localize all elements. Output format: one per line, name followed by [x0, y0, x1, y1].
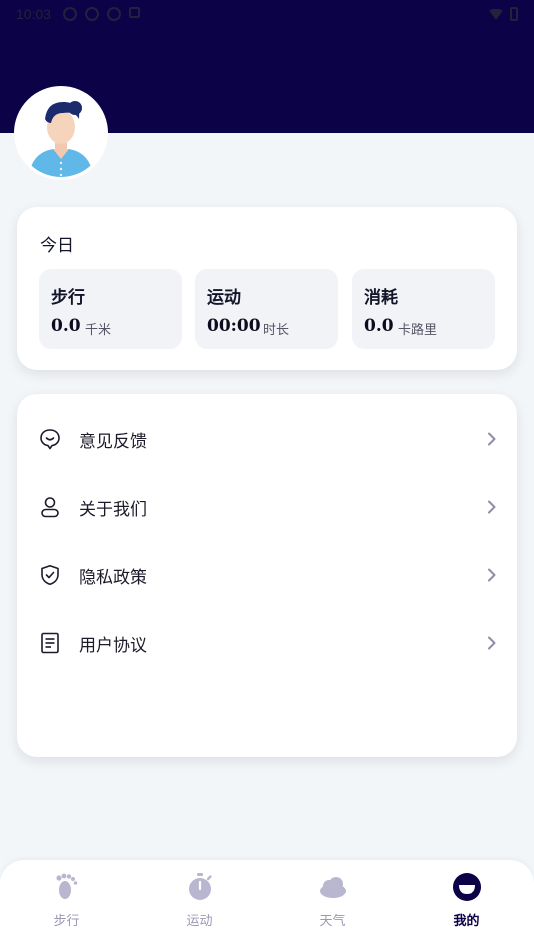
stat-value: 0.0	[364, 316, 394, 336]
tab-label: 天气	[319, 914, 346, 929]
menu-item-label: 用户协议	[79, 635, 147, 656]
stat-unit: 卡路里	[398, 323, 438, 338]
smile-icon	[452, 873, 481, 901]
stat-label: 消耗	[364, 288, 398, 308]
tab-weather[interactable]: 天气	[266, 860, 399, 950]
menu-item-label: 意见反馈	[79, 431, 147, 452]
menu-item-about[interactable]: 关于我们	[17, 477, 517, 537]
cloud-icon	[319, 877, 346, 898]
stat-calories: 消耗 0.0 卡路里	[352, 269, 495, 349]
status-bar: 10:03	[0, 0, 534, 28]
notification-icons	[63, 7, 141, 21]
tab-walk[interactable]: 步行	[0, 860, 133, 950]
today-summary-card: 今日 步行 0.0 千米 运动 00:00 时长 消耗 0.0 卡路里	[17, 207, 517, 370]
today-title: 今日	[40, 236, 74, 256]
gear-icon	[107, 7, 122, 21]
square-icon	[129, 7, 141, 18]
avatar-image	[17, 89, 105, 177]
battery-icon	[510, 7, 518, 21]
stat-unit: 时长	[263, 323, 290, 338]
stat-exercise: 运动 00:00 时长	[195, 269, 338, 349]
tab-mine[interactable]: 我的	[400, 860, 533, 950]
tab-label: 运动	[186, 914, 213, 929]
stat-label: 运动	[207, 288, 241, 308]
settings-menu-card: 意见反馈 关于我们 隐私政策 用户协议	[17, 394, 517, 757]
tab-label: 步行	[53, 914, 80, 929]
menu-item-label: 隐私政策	[79, 567, 147, 588]
menu-item-privacy[interactable]: 隐私政策	[17, 545, 517, 605]
menu-item-label: 关于我们	[79, 499, 147, 520]
stat-value: 00:00	[207, 316, 261, 336]
feedback-icon	[40, 429, 60, 450]
chevron-right-icon	[488, 432, 496, 446]
stat-value: 0.0	[51, 316, 81, 336]
bottom-tab-bar: 步行 运动 天气 我的	[0, 860, 534, 950]
chevron-right-icon	[488, 568, 496, 582]
status-time: 10:03	[16, 6, 52, 22]
chevron-right-icon	[488, 636, 496, 650]
wifi-icon	[488, 8, 504, 20]
footprint-icon	[55, 873, 77, 899]
menu-item-feedback[interactable]: 意见反馈	[17, 409, 517, 469]
menu-item-agreement[interactable]: 用户协议	[17, 613, 517, 673]
gear-icon	[63, 7, 78, 21]
stat-label: 步行	[51, 288, 85, 308]
avatar[interactable]	[17, 89, 105, 177]
stat-walk: 步行 0.0 千米	[39, 269, 182, 349]
chevron-right-icon	[488, 500, 496, 514]
user-icon	[41, 497, 59, 518]
shield-icon	[41, 565, 59, 586]
gear-icon	[85, 7, 100, 21]
tab-exercise[interactable]: 运动	[133, 860, 266, 950]
document-icon	[41, 632, 59, 654]
stat-unit: 千米	[85, 323, 112, 338]
stopwatch-icon	[188, 873, 212, 900]
tab-label: 我的	[453, 914, 480, 929]
